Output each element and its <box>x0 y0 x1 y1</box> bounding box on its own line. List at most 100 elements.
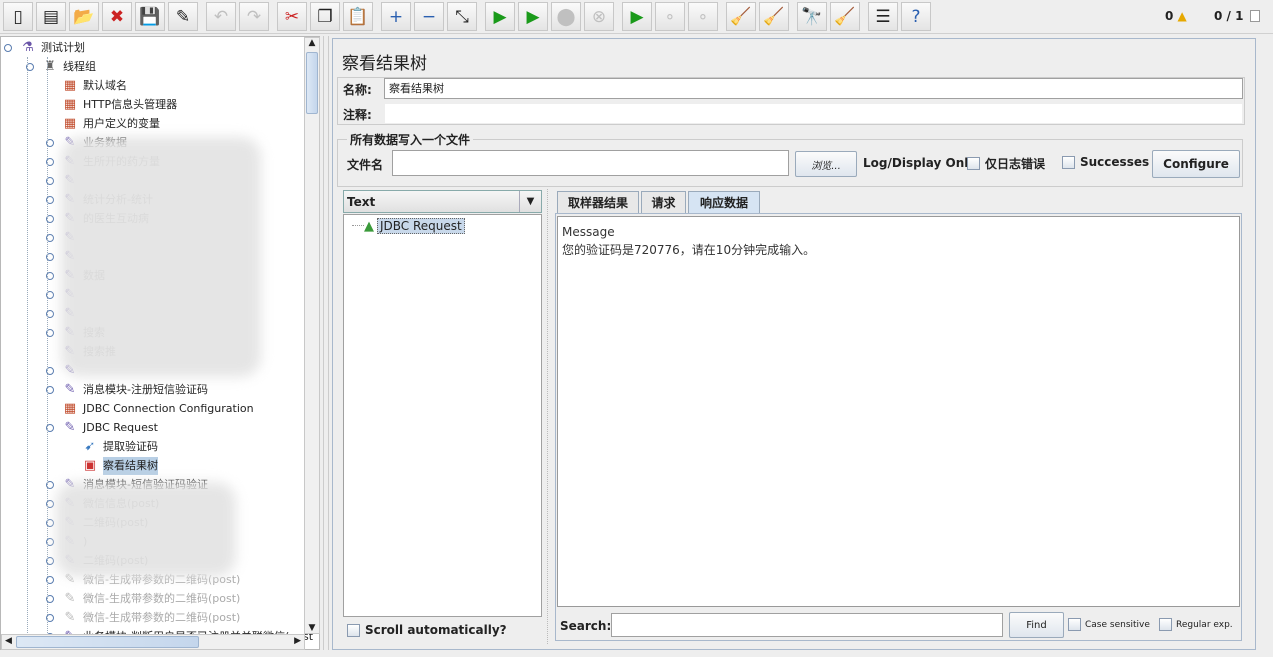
checkbox-box[interactable] <box>1068 618 1081 631</box>
successes-label: Successes <box>1080 155 1150 169</box>
remote-stop-all-button[interactable]: ∘ <box>655 2 685 31</box>
open-button[interactable]: 📂 <box>69 2 99 31</box>
renderer-select[interactable]: Text ▼ <box>343 190 542 213</box>
new-icon: ▯ <box>13 6 23 27</box>
post-processor-icon: ➹ <box>84 439 96 454</box>
results-divider[interactable] <box>547 189 551 644</box>
stop-icon: ⬤ <box>556 6 576 27</box>
expand-handle[interactable] <box>4 44 12 52</box>
save-icon: 💾 <box>139 6 161 27</box>
tree-item-label: HTTP信息头管理器 <box>83 98 178 111</box>
split-pane-divider[interactable] <box>323 36 329 650</box>
view-results-tree-panel: 察看结果树 名称: 察看结果树 注释: 所有数据写入一个文件 文件名 浏览...… <box>332 38 1256 650</box>
scroll-right-icon[interactable]: ▶ <box>294 636 301 646</box>
new-button[interactable]: ▯ <box>3 2 33 31</box>
collapse-button[interactable]: − <box>414 2 444 31</box>
log-toggle[interactable] <box>1250 10 1260 22</box>
tree-item[interactable]: ▦ 用户定义的变量 <box>61 115 160 133</box>
response-line: 您的验证码是720776，请在10分钟完成输入。 <box>562 243 816 257</box>
scroll-thumb[interactable] <box>306 52 318 114</box>
redo-button[interactable]: ↷ <box>239 2 269 31</box>
tree-item[interactable]: ⚗ 测试计划 <box>19 39 85 57</box>
search-button[interactable]: 🔭 <box>797 2 827 31</box>
warning-icon[interactable]: ▲ <box>1178 9 1187 23</box>
function-helper-button[interactable]: ☰ <box>868 2 898 31</box>
chevron-down-icon[interactable]: ▼ <box>519 191 541 212</box>
tree-item[interactable]: ➹ 提取验证码 <box>81 438 158 456</box>
listener-icon: ▣ <box>83 458 97 473</box>
templates-button[interactable]: ▤ <box>36 2 66 31</box>
checkbox-box[interactable] <box>1062 155 1075 169</box>
start-no-pauses-button[interactable]: ▶ <box>518 2 548 31</box>
tab-response-data[interactable]: 响应数据 <box>688 191 760 213</box>
configure-button[interactable]: Configure <box>1152 150 1240 178</box>
regex-label: Regular exp. <box>1176 619 1233 630</box>
tree-item[interactable]: ✎ 微信-生成带参数的二维码(post) <box>61 609 241 627</box>
errors-only-label: 仅日志错误 <box>985 157 1046 171</box>
errors-only-checkbox[interactable]: 仅日志错误 <box>967 155 1045 172</box>
result-item[interactable]: ▲ JDBC Request <box>364 218 465 234</box>
config-element-icon: ▦ <box>63 401 77 416</box>
case-sensitive-checkbox[interactable]: Case sensitive <box>1068 618 1150 631</box>
clear-all-button[interactable]: 🧹 <box>759 2 789 31</box>
tab-request[interactable]: 请求 <box>641 191 686 213</box>
tree-item[interactable]: ♜ 线程组 <box>41 58 96 76</box>
remote-shutdown-all-button[interactable]: ∘ <box>688 2 718 31</box>
checkbox-box[interactable] <box>1159 618 1172 631</box>
help-button[interactable]: ? <box>901 2 931 31</box>
cut-button[interactable]: ✂ <box>277 2 307 31</box>
toggle-button[interactable]: ⤡ <box>447 2 477 31</box>
scroll-thumb[interactable] <box>16 636 199 648</box>
reset-search-button[interactable]: 🧹 <box>830 2 860 31</box>
tree-horizontal-scrollbar[interactable]: ◀ ▶ <box>1 634 305 650</box>
close-button[interactable]: ✖ <box>102 2 132 31</box>
tree-item[interactable]: ▦ 默认域名 <box>61 77 127 95</box>
tree-item[interactable]: ✎ 消息模块-注册短信验证码 <box>61 381 208 399</box>
undo-button[interactable]: ↶ <box>206 2 236 31</box>
start-button[interactable]: ▶ <box>485 2 515 31</box>
name-field[interactable]: 察看结果树 <box>384 78 1243 99</box>
scroll-left-icon[interactable]: ◀ <box>5 636 12 646</box>
expand-icon: + <box>388 6 404 27</box>
tree-vertical-scrollbar[interactable]: ▲ ▼ <box>304 37 320 634</box>
checkbox-box[interactable] <box>347 623 360 637</box>
response-text-area[interactable]: Message 您的验证码是720776，请在10分钟完成输入。 <box>557 216 1240 607</box>
test-plan-tree[interactable]: ⚗测试计划♜线程组▦默认域名▦HTTP信息头管理器▦用户定义的变量✎业务数据✎生… <box>0 36 320 650</box>
collapse-icon: − <box>421 6 437 27</box>
config-element-icon: ▦ <box>63 78 77 93</box>
shutdown-button[interactable]: ⊗ <box>584 2 614 31</box>
tree-item[interactable]: ✎ JDBC Request <box>61 419 158 437</box>
tree-item[interactable]: ✎ 微信-生成带参数的二维码(post) <box>61 590 241 608</box>
templates-icon: ▤ <box>42 6 60 27</box>
scroll-automatically-checkbox[interactable]: Scroll automatically? <box>347 623 507 637</box>
stop-button[interactable]: ⬤ <box>551 2 581 31</box>
expand-button[interactable]: + <box>381 2 411 31</box>
thread-group-icon: ♜ <box>44 59 56 74</box>
sampler-icon: ✎ <box>64 591 76 606</box>
tree-item-label: 微信-生成带参数的二维码(post) <box>83 592 241 605</box>
comment-label: 注释: <box>343 108 372 122</box>
remote-start-all-button[interactable]: ▶ <box>622 2 652 31</box>
filename-field[interactable] <box>392 150 789 176</box>
browse-button[interactable]: 浏览... <box>795 151 857 177</box>
clear-button[interactable]: 🧹 <box>726 2 756 31</box>
tab-sampler-result[interactable]: 取样器结果 <box>557 191 639 213</box>
regex-checkbox[interactable]: Regular exp. <box>1159 618 1233 631</box>
save-as-button[interactable]: ✎ <box>168 2 198 31</box>
log-display-only-label: Log/Display Only: <box>863 156 981 170</box>
comment-field[interactable] <box>384 103 1243 124</box>
checkbox-box[interactable] <box>967 157 980 170</box>
sample-result-tree[interactable]: ▲ JDBC Request <box>343 214 542 617</box>
save-button[interactable]: 💾 <box>135 2 165 31</box>
scroll-down-icon[interactable]: ▼ <box>305 623 319 633</box>
find-button[interactable]: Find <box>1009 612 1064 638</box>
tree-item[interactable]: ▣ 察看结果树 <box>81 457 158 475</box>
scroll-up-icon[interactable]: ▲ <box>305 38 319 48</box>
tree-item[interactable]: ▦ HTTP信息头管理器 <box>61 96 177 114</box>
tree-item[interactable]: ▦ JDBC Connection Configuration <box>61 400 254 418</box>
copy-icon: ❐ <box>317 6 333 27</box>
successes-checkbox[interactable]: Successes <box>1062 155 1149 169</box>
search-input[interactable] <box>611 613 1003 637</box>
paste-button[interactable]: 📋 <box>343 2 373 31</box>
copy-button[interactable]: ❐ <box>310 2 340 31</box>
